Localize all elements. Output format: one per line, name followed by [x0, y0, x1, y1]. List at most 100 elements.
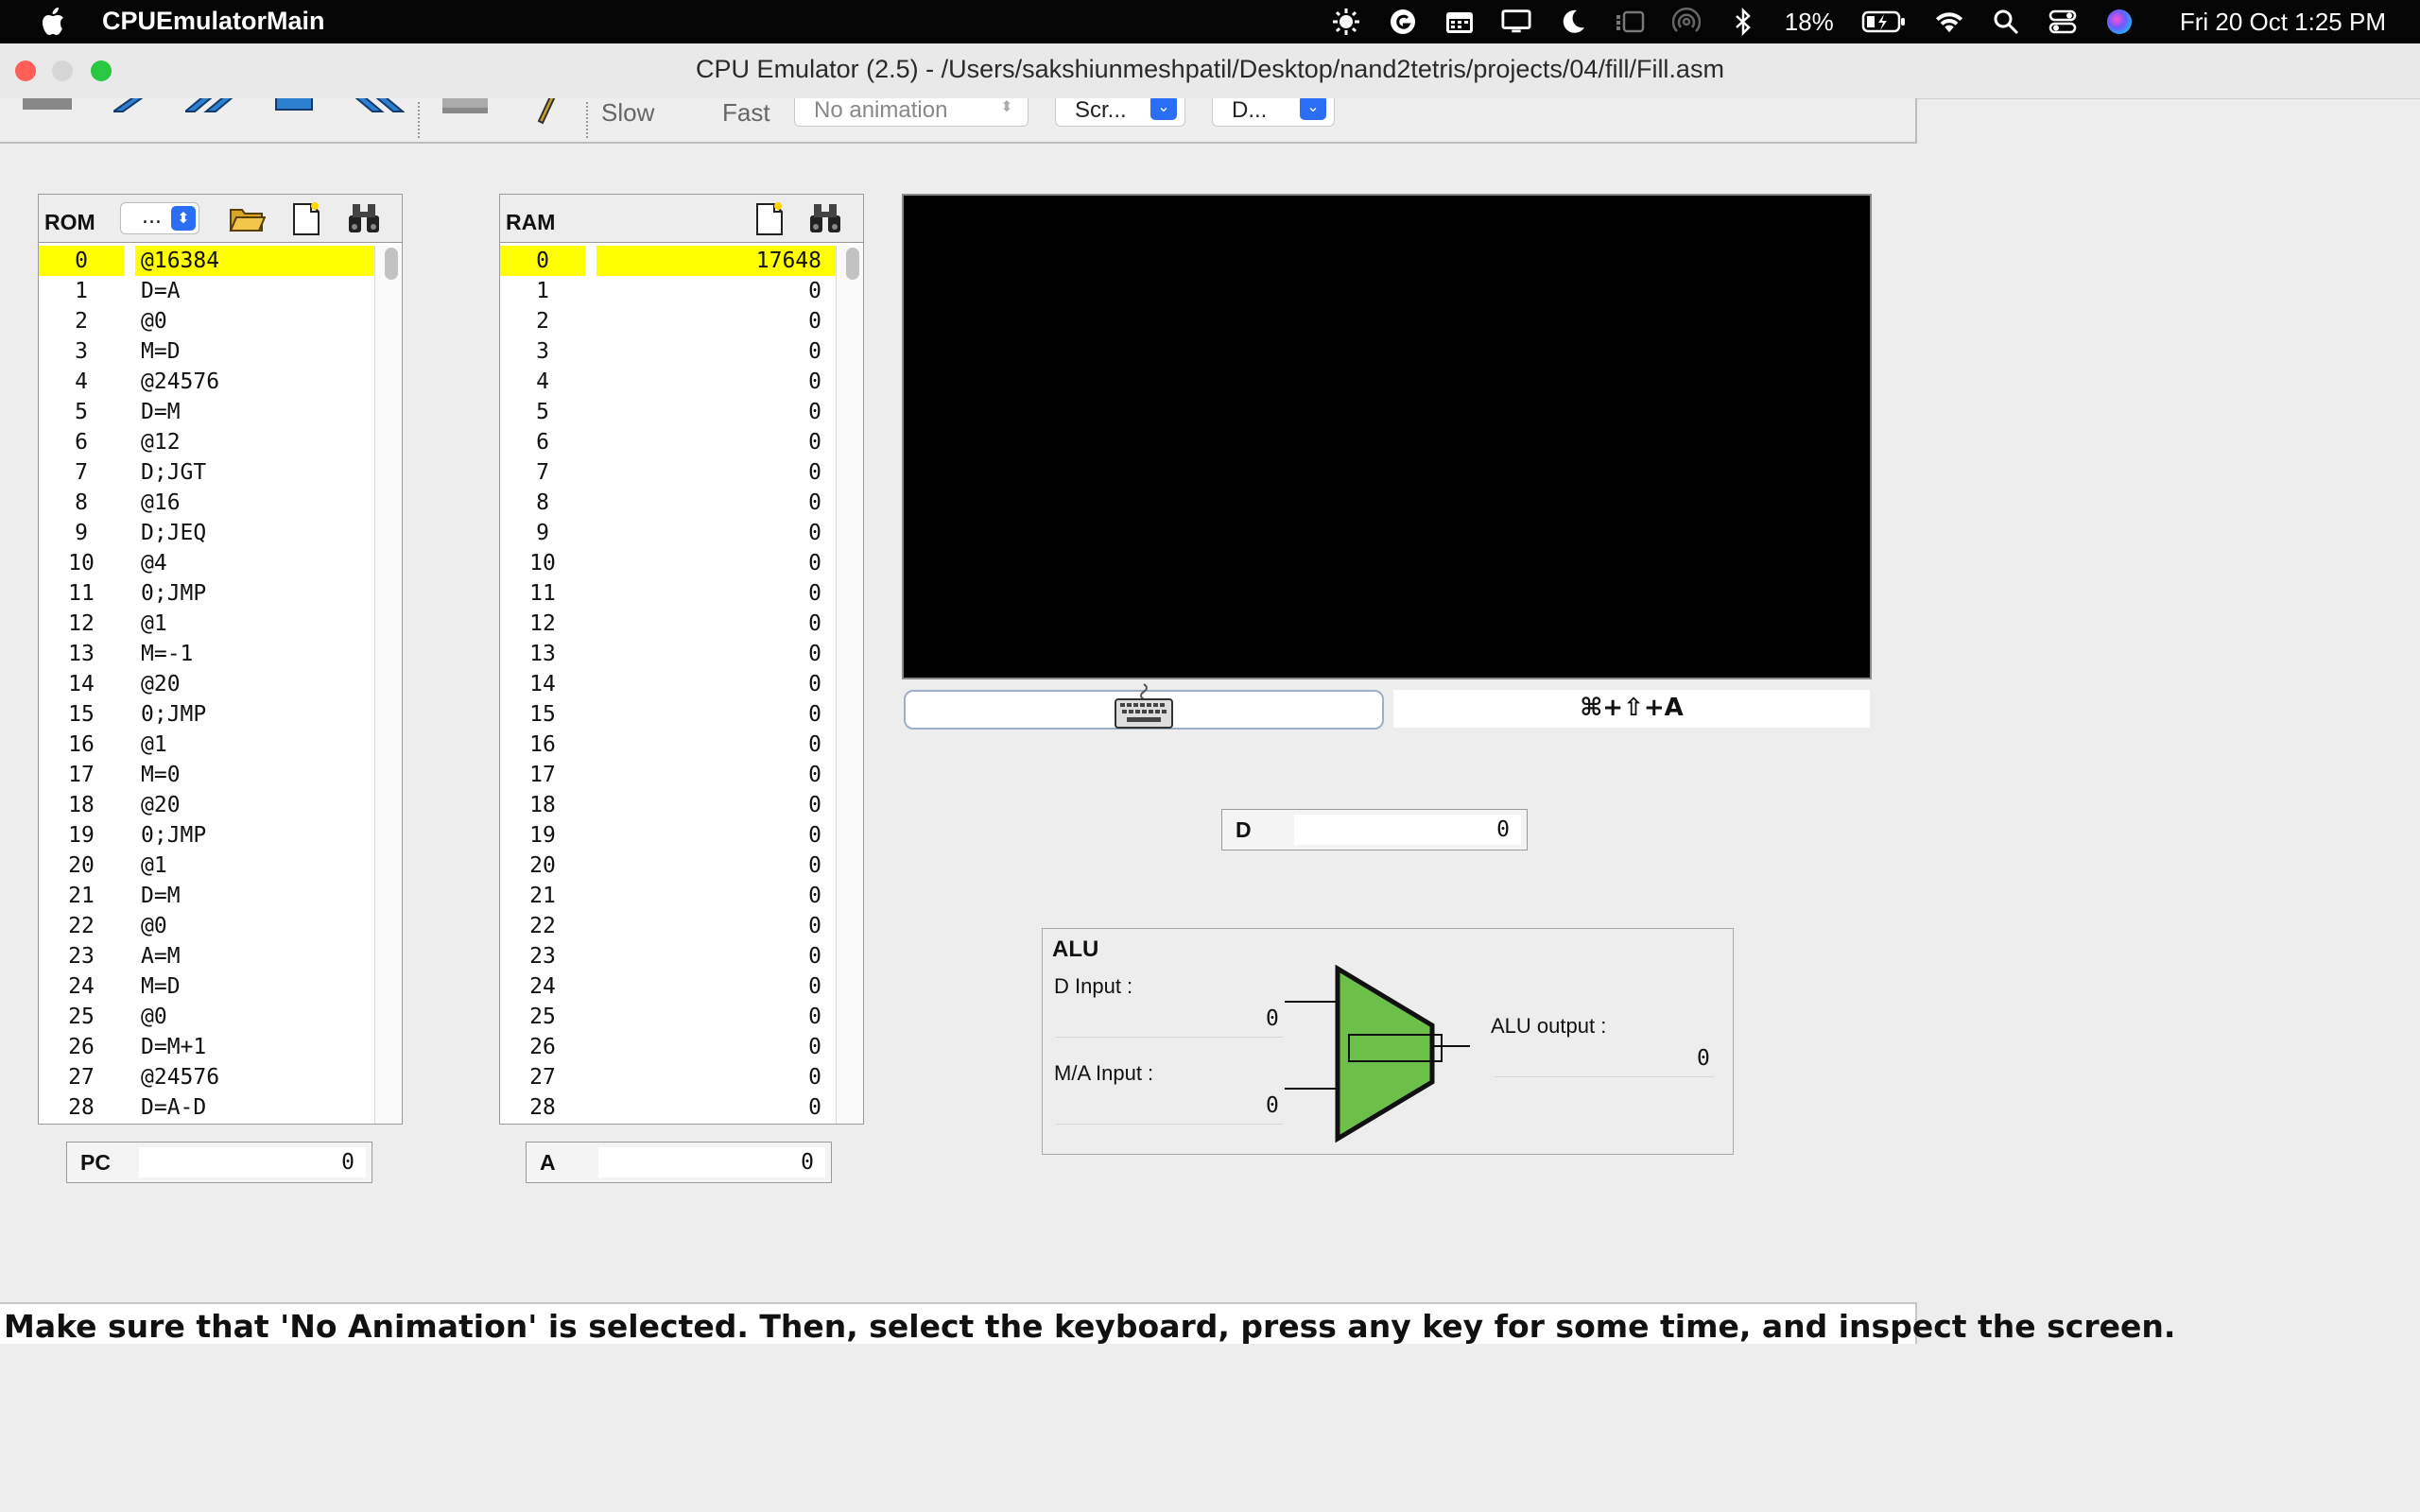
ram-row[interactable]: 24 0: [500, 971, 837, 1002]
rom-instruction[interactable]: D=M: [141, 400, 181, 424]
rom-row[interactable]: 19 0;JMP: [39, 820, 375, 850]
keyboard-icon[interactable]: [1112, 682, 1176, 731]
rom-row[interactable]: 8 @16: [39, 488, 375, 518]
rom-instruction[interactable]: @4: [141, 551, 167, 576]
rom-row[interactable]: 22 @0: [39, 911, 375, 941]
rom-instruction[interactable]: @24576: [141, 1065, 219, 1090]
ram-value[interactable]: 0: [808, 521, 821, 545]
rom-row[interactable]: 11 0;JMP: [39, 578, 375, 609]
ram-row[interactable]: 11 0: [500, 578, 837, 609]
ram-value[interactable]: 0: [808, 944, 821, 969]
ram-row[interactable]: 20: [500, 306, 837, 336]
rom-row[interactable]: 16 @1: [39, 730, 375, 760]
rom-row[interactable]: 24 M=D: [39, 971, 375, 1002]
ram-row[interactable]: 23 0: [500, 941, 837, 971]
wifi-icon[interactable]: [1934, 8, 1964, 36]
rom-row[interactable]: 10 @4: [39, 548, 375, 578]
format-select[interactable]: D... ⌄: [1212, 98, 1335, 127]
rom-instruction[interactable]: 0;JMP: [141, 702, 206, 727]
grammarly-icon[interactable]: [1388, 8, 1418, 36]
ram-value[interactable]: 0: [808, 732, 821, 757]
rom-row[interactable]: 20 @1: [39, 850, 375, 881]
ram-value[interactable]: 0: [808, 1005, 821, 1029]
rom-instruction[interactable]: D=M: [141, 884, 181, 908]
rom-row[interactable]: 15 0;JMP: [39, 699, 375, 730]
folder-open-icon[interactable]: [228, 200, 266, 236]
rom-instruction[interactable]: M=D: [141, 339, 181, 364]
ram-row[interactable]: 50: [500, 397, 837, 427]
ram-row[interactable]: 25 0: [500, 1002, 837, 1032]
ram-scrollbar[interactable]: [846, 248, 859, 280]
pc-value-field[interactable]: 0: [139, 1147, 366, 1177]
bluetooth-icon[interactable]: [1728, 8, 1758, 36]
sun-icon[interactable]: [1331, 8, 1361, 36]
ram-value[interactable]: 0: [808, 581, 821, 606]
ram-value[interactable]: 0: [808, 369, 821, 394]
ram-scroll-track[interactable]: [836, 246, 863, 1124]
calendar-icon[interactable]: [1444, 8, 1475, 36]
a-value-field[interactable]: 0: [598, 1147, 825, 1177]
rom-instruction[interactable]: @0: [141, 1005, 167, 1029]
ram-value[interactable]: 0: [808, 974, 821, 999]
stage-icon[interactable]: [1615, 8, 1645, 36]
ram-row[interactable]: 80: [500, 488, 837, 518]
rom-instruction[interactable]: @1: [141, 853, 167, 878]
ram-row[interactable]: 26 0: [500, 1032, 837, 1062]
rom-row[interactable]: 0 @16384: [39, 246, 375, 276]
rom-row[interactable]: 17 M=0: [39, 760, 375, 790]
battery-icon[interactable]: [1860, 8, 1908, 36]
rom-row[interactable]: 26 D=M+1: [39, 1032, 375, 1062]
ram-row[interactable]: 27 0: [500, 1062, 837, 1092]
rom-row[interactable]: 23 A=M: [39, 941, 375, 971]
rom-row[interactable]: 27 @24576: [39, 1062, 375, 1092]
new-file-icon[interactable]: [286, 200, 324, 236]
rom-scrollbar[interactable]: [385, 248, 398, 280]
airdrop-icon[interactable]: [1671, 8, 1702, 36]
rom-row[interactable]: 6 @12: [39, 427, 375, 457]
rom-format-select[interactable]: ... ⬍: [120, 202, 199, 234]
rom-row[interactable]: 1 D=A: [39, 276, 375, 306]
rom-instruction[interactable]: @0: [141, 914, 167, 938]
ram-row[interactable]: 21 0: [500, 881, 837, 911]
control-center-icon[interactable]: [2048, 8, 2078, 36]
app-name-menu[interactable]: CPUEmulatorMain: [102, 7, 325, 36]
ram-row[interactable]: 22 0: [500, 911, 837, 941]
ram-value[interactable]: 0: [808, 702, 821, 727]
rom-row[interactable]: 25 @0: [39, 1002, 375, 1032]
ram-row[interactable]: 20 0: [500, 850, 837, 881]
ram-row[interactable]: 14 0: [500, 669, 837, 699]
binoculars-icon[interactable]: [806, 200, 844, 236]
rom-instruction[interactable]: @1: [141, 732, 167, 757]
single-step-icon[interactable]: [113, 98, 151, 115]
moon-icon[interactable]: [1558, 8, 1588, 36]
rom-instruction[interactable]: @16384: [141, 249, 219, 273]
ram-row[interactable]: 0 17648: [500, 246, 837, 276]
script-icon[interactable]: [535, 98, 558, 125]
ram-row[interactable]: 10 0: [500, 548, 837, 578]
animation-select[interactable]: No animation ⬍: [794, 98, 1028, 127]
d-value-field[interactable]: 0: [1294, 815, 1521, 845]
ram-value[interactable]: 0: [808, 430, 821, 455]
ram-value[interactable]: 0: [808, 642, 821, 666]
ram-row[interactable]: 28 0: [500, 1092, 837, 1123]
ram-row[interactable]: 70: [500, 457, 837, 488]
apple-icon[interactable]: [38, 6, 66, 38]
ram-value[interactable]: 0: [808, 884, 821, 908]
siri-icon[interactable]: [2104, 8, 2135, 36]
ram-value[interactable]: 0: [808, 339, 821, 364]
ram-value[interactable]: 0: [808, 853, 821, 878]
ram-row[interactable]: 12 0: [500, 609, 837, 639]
rom-row[interactable]: 5 D=M: [39, 397, 375, 427]
ram-row[interactable]: 40: [500, 367, 837, 397]
rom-row[interactable]: 7 D;JGT: [39, 457, 375, 488]
ram-value[interactable]: 0: [808, 611, 821, 636]
ram-value[interactable]: 17648: [756, 249, 821, 273]
breakpoints-icon[interactable]: [441, 98, 492, 117]
rom-instruction[interactable]: M=0: [141, 763, 181, 787]
search-icon[interactable]: [1991, 8, 2021, 36]
display-icon[interactable]: [1501, 8, 1531, 36]
stop-icon[interactable]: [274, 98, 316, 113]
binoculars-icon[interactable]: [345, 200, 383, 236]
rom-row[interactable]: 9 D;JEQ: [39, 518, 375, 548]
rom-row[interactable]: 28 D=A-D: [39, 1092, 375, 1123]
